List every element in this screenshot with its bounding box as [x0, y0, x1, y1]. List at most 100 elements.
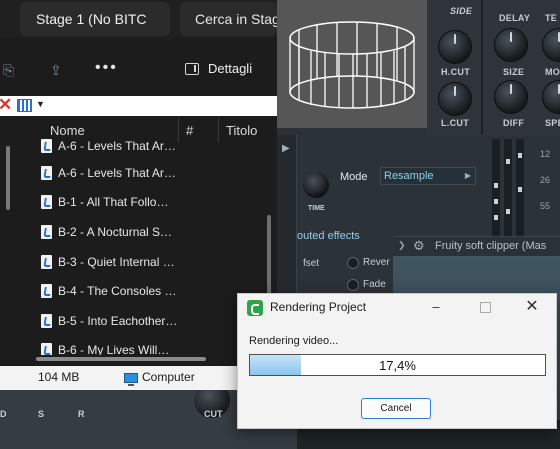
tab-label: Stage 1 (No BITCR: [36, 11, 146, 27]
app-logo-icon: [247, 300, 263, 316]
audio-file-icon: [41, 284, 52, 298]
knob-label-te: TE: [545, 13, 558, 23]
file-row[interactable]: A-6 - Levels That Ar…: [30, 133, 270, 162]
cancel-button[interactable]: Cancel: [361, 398, 431, 419]
fade-label: Fade: [363, 279, 386, 290]
tab-bar: Stage 1 (No BITCR Cerca in Stage: [0, 0, 277, 38]
file-row[interactable]: B-1 - All That Follo…: [30, 189, 270, 218]
knob-label-hcut: H.CUT: [441, 67, 470, 77]
close-button[interactable]: ✕: [522, 297, 542, 317]
knob-label-mo: MO: [545, 67, 560, 77]
more-options-button[interactable]: •••: [95, 59, 118, 77]
chevron-right-icon[interactable]: ❯: [398, 240, 406, 251]
location-label: Computer: [142, 370, 195, 384]
knob-label-spe: SPE: [545, 118, 560, 128]
cylinder-wireframe-icon: [289, 21, 415, 109]
file-name: B-5 - Into Eachother…: [58, 314, 178, 328]
knob-label-lcut: L.CUT: [441, 118, 469, 128]
file-name: A-6 - Levels That Ar…: [58, 166, 176, 180]
bottom-label-cut: CUT: [204, 409, 223, 419]
audio-file-icon: [41, 166, 52, 180]
meter-tick: [494, 215, 498, 220]
file-explorer-window: Stage 1 (No BITCR Cerca in Stage ⎘ ⇪ •••…: [0, 0, 277, 390]
minimize-button[interactable]: –: [426, 297, 446, 317]
offset-label: fset: [303, 258, 320, 269]
file-name: A-6 - Levels That Ar…: [58, 139, 176, 153]
selection-size: 104 MB: [38, 370, 80, 384]
expand-arrow-icon[interactable]: ▶: [282, 143, 290, 154]
rename-icon[interactable]: ⎘: [3, 62, 14, 79]
nav-pane-scrollbar[interactable]: [6, 146, 10, 210]
file-row[interactable]: B-5 - Into Eachother…: [30, 308, 270, 337]
computer-icon: [124, 373, 138, 386]
knob-label-diff: DIFF: [503, 118, 525, 128]
file-name: B-1 - All That Follo…: [58, 195, 169, 209]
gear-icon[interactable]: ⚙: [413, 238, 425, 254]
time-knob[interactable]: [303, 172, 329, 198]
horizontal-scrollbar[interactable]: [36, 357, 206, 361]
delete-icon[interactable]: ✕: [0, 95, 12, 115]
diff-knob[interactable]: [494, 80, 528, 114]
file-row[interactable]: B-4 - The Consoles …: [30, 278, 270, 307]
search-input[interactable]: Cerca in Stage: [180, 2, 277, 36]
knob-label-side: SIDE: [450, 6, 473, 16]
audio-file-icon: [41, 225, 52, 239]
progress-percent: 17,4%: [379, 358, 416, 373]
fl-side-strip[interactable]: ▶: [277, 135, 297, 295]
mode-select[interactable]: Resample ▶: [380, 167, 476, 185]
audio-file-icon: [41, 139, 52, 153]
select-arrow-icon: ▶: [464, 171, 471, 180]
search-text: Cerca in Stage: [195, 11, 277, 27]
file-name: B-6 - My Lives Will…: [58, 343, 170, 355]
bottom-label-r: R: [78, 409, 85, 419]
bottom-label-s: S: [38, 409, 45, 419]
file-list: A-6 - Levels That Ar… A-6 - Levels That …: [0, 133, 277, 355]
meter-number: 26: [540, 175, 551, 185]
rendering-dialog: Rendering Project – ✕ Rendering video...…: [237, 293, 557, 429]
meter-tick: [518, 153, 522, 158]
size-knob[interactable]: [494, 28, 528, 62]
chevron-down-icon[interactable]: ▼: [36, 99, 45, 109]
render-progress-bar: 17,4%: [249, 354, 546, 376]
knob-label-delay: DELAY: [499, 13, 531, 23]
panel-divider: [481, 0, 483, 135]
file-row[interactable]: A-6 - Levels That Ar…: [30, 160, 270, 189]
render-status: Rendering video...: [249, 335, 339, 347]
maximize-button[interactable]: [475, 297, 495, 317]
plugin-title-bar[interactable]: ❯ ⚙ Fruity soft clipper (Mas: [393, 236, 560, 256]
fade-radio[interactable]: [347, 279, 359, 291]
view-grid-icon[interactable]: [17, 99, 32, 112]
meter-tick: [518, 187, 522, 192]
audio-file-icon: [41, 343, 52, 355]
meter-tick: [506, 209, 510, 214]
file-name: B-2 - A Nocturnal S…: [58, 225, 173, 239]
audio-file-icon: [41, 195, 52, 209]
share-icon[interactable]: ⇪: [50, 62, 62, 79]
meter: [492, 139, 500, 251]
routed-effects-label: outed effects: [297, 230, 360, 242]
bottom-label-d: D: [0, 409, 7, 419]
screen: SIDE DELAY TE H.CUT SIZE MO L.CUT DIFF S…: [0, 0, 560, 449]
meter-number: 12: [540, 149, 551, 159]
meter: [504, 139, 512, 251]
reverb-visualizer: [277, 0, 427, 128]
reverse-radio[interactable]: [347, 257, 359, 269]
file-name: B-3 - Quiet Internal …: [58, 255, 175, 269]
file-row[interactable]: B-3 - Quiet Internal …: [30, 249, 270, 278]
file-row[interactable]: B-6 - My Lives Will…: [30, 337, 270, 355]
file-name: B-4 - The Consoles …: [58, 284, 177, 298]
details-pane-icon: [185, 63, 199, 75]
lcut-knob[interactable]: [438, 82, 472, 116]
knob-label-size: SIZE: [503, 67, 525, 77]
command-bar: ⎘ ⇪ ••• Dettagli: [0, 50, 277, 90]
file-row[interactable]: B-2 - A Nocturnal S…: [30, 219, 270, 248]
meter: [516, 139, 524, 251]
tab-stage-folder[interactable]: Stage 1 (No BITCR: [20, 2, 170, 36]
meter-tick: [506, 159, 510, 164]
hcut-knob[interactable]: [438, 30, 472, 64]
dialog-title: Rendering Project: [270, 300, 367, 314]
meter-tick: [494, 199, 498, 204]
mode-label: Mode: [340, 171, 368, 183]
time-label: TIME: [308, 205, 325, 212]
reverse-label: Rever: [363, 257, 390, 268]
